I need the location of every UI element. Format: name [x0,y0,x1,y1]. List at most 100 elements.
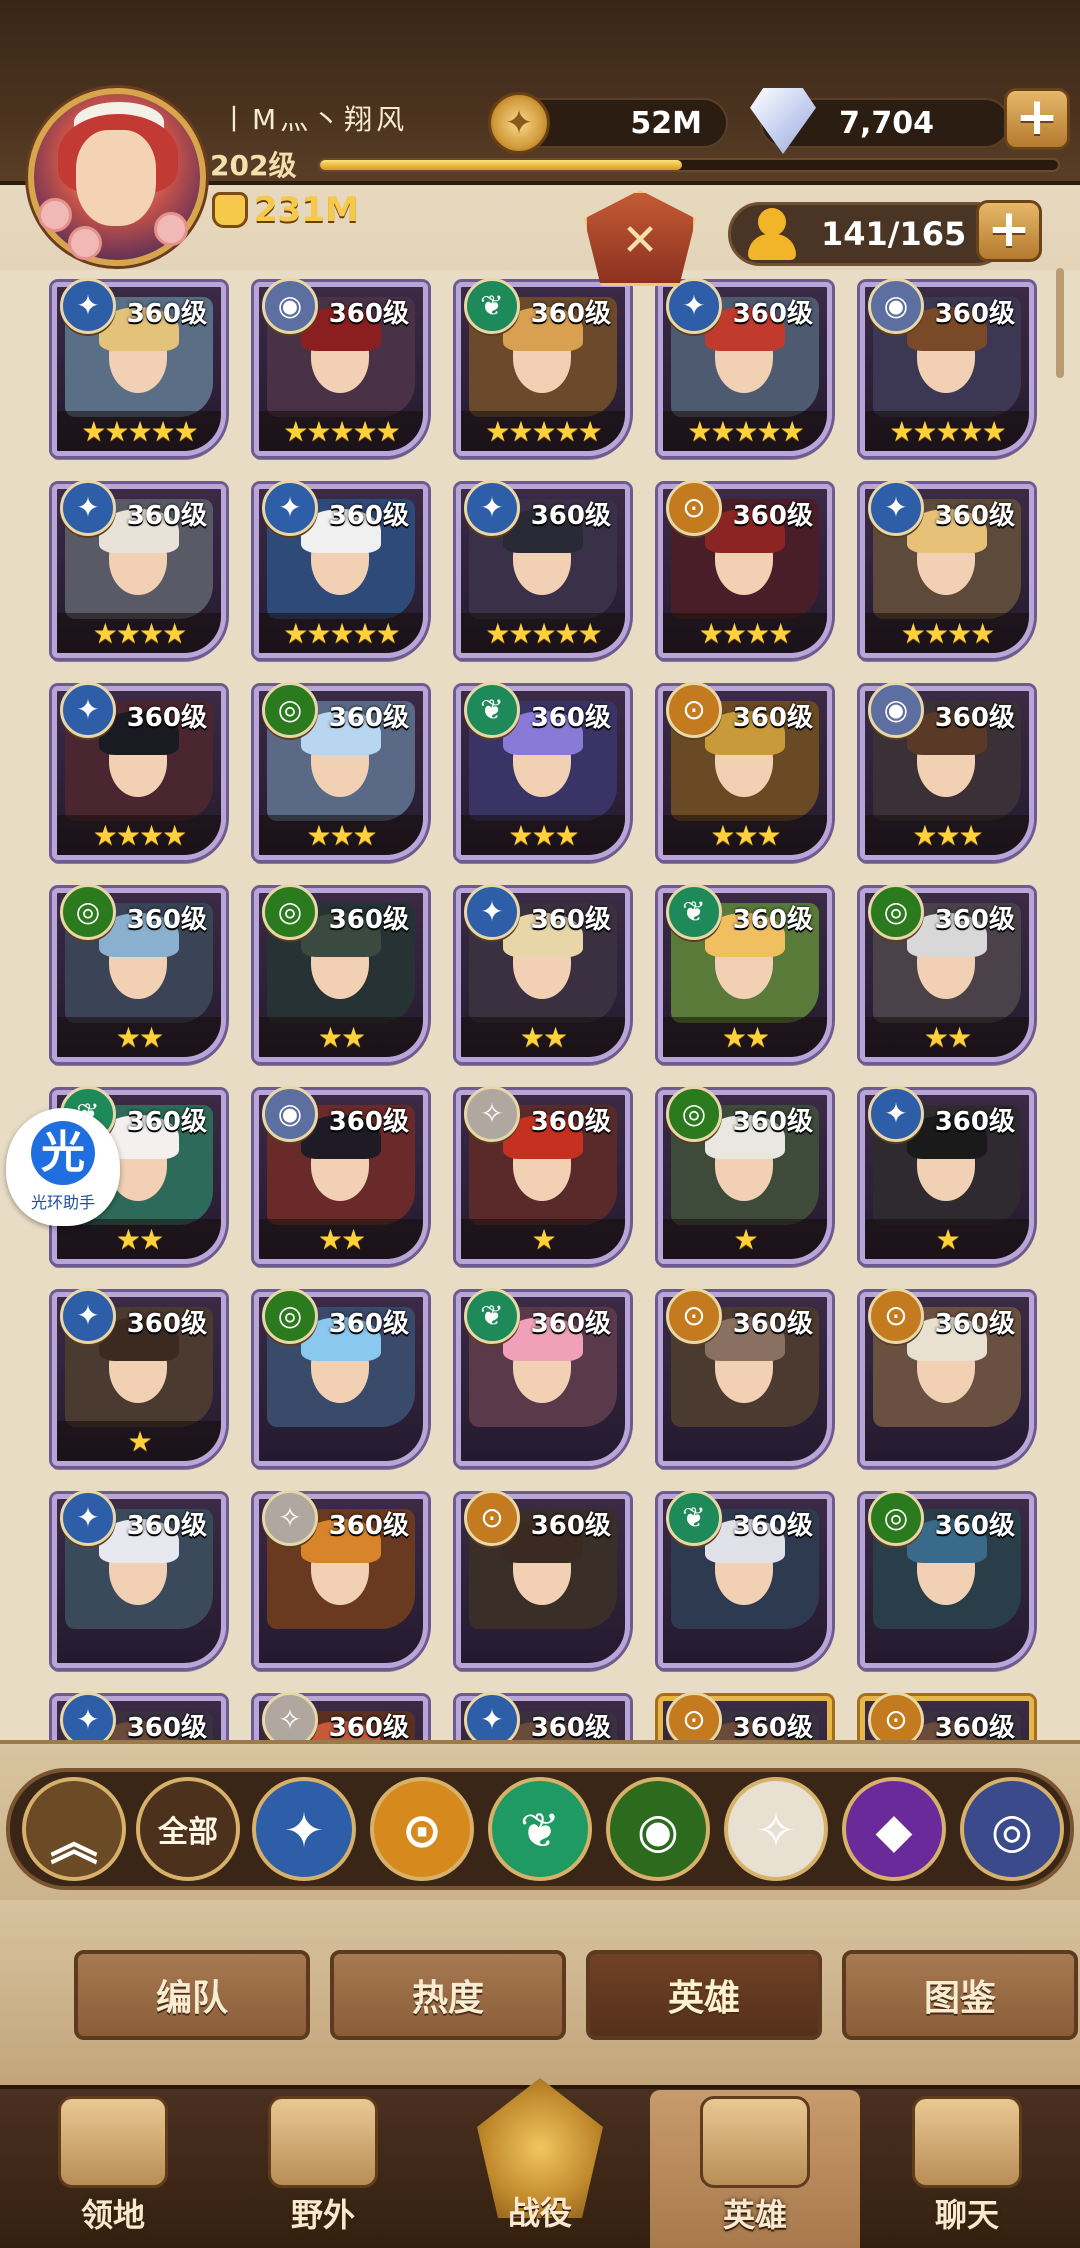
lightbearer-faction-icon [464,480,520,536]
hero-stars: ★★★★★ [461,411,625,451]
filter-dimensional-icon[interactable] [960,1777,1064,1881]
hero-level: 360级 [732,299,813,329]
hero-stars: ★★ [259,1017,423,1057]
celestial-faction-icon [262,278,318,334]
fist-icon [212,192,248,228]
hero-stars: ★★★★ [57,815,221,855]
celestial-faction-icon [868,682,924,738]
hero-level: 360级 [126,501,207,531]
graveborn-faction-icon [868,884,924,940]
hero-level: 360级 [530,299,611,329]
hero-level: 360级 [126,1107,207,1137]
hero-level: 360级 [328,1309,409,1339]
filter-wilder-icon[interactable] [488,1777,592,1881]
nav-territory[interactable]: 领地 [8,2090,218,2248]
player-level: 202级 [210,149,297,182]
lightbearer-faction-icon [868,480,924,536]
hero-level: 360级 [126,703,207,733]
hero-level: 360级 [328,1511,409,1541]
avatar-face [76,130,156,226]
lightbearer-faction-icon [60,682,116,738]
hero-level: 360级 [934,905,1015,935]
player-avatar[interactable] [28,88,206,266]
hero-level: 360级 [328,905,409,935]
avatar-flower [38,198,72,232]
hero-stars: ★ [663,1219,827,1259]
hero-level: 360级 [530,501,611,531]
hero-grid[interactable]: 360级★★★★★360级★★★★★360级★★★★★360级★★★★★360级… [0,270,1080,1740]
helmet-icon [700,2096,810,2188]
graveborn-faction-icon [262,682,318,738]
lightbearer-faction-icon [60,1490,116,1546]
gold-coin-icon [488,92,550,154]
hero-level: 360级 [328,1107,409,1137]
hero-level: 360级 [732,905,813,935]
lightbearer-faction-icon [868,1086,924,1142]
hero-level: 360级 [530,1309,611,1339]
gold-value: 52M [630,105,702,141]
add-hero-slots-button[interactable]: + [976,200,1042,262]
hero-stars: ★★ [865,1017,1029,1057]
graveborn-faction-icon [868,1490,924,1546]
filter-all-button[interactable]: 全部 [136,1777,240,1881]
grid-scrollbar[interactable] [1056,268,1064,378]
filter-mauler-icon[interactable] [370,1777,474,1881]
filter-celestial-icon[interactable] [724,1777,828,1881]
combat-power: 231M [212,190,359,230]
mauler-faction-icon [666,480,722,536]
player-name: 丨M灬丶翔风 [220,103,409,136]
hero-level: 360级 [732,501,813,531]
hero-stars: ★★ [57,1219,221,1259]
hero-stars: ★★★★★ [259,411,423,451]
nav-label: 领地 [80,2196,145,2234]
hero-level: 360级 [126,299,207,329]
castle-icon [58,2096,168,2188]
wilder-faction-icon [464,682,520,738]
hypogean-faction-icon [262,1692,318,1740]
xp-bar-fill [320,160,682,170]
celestial-faction-icon [262,1086,318,1142]
filter-collapse-icon[interactable] [22,1777,126,1881]
hero-level: 360级 [530,905,611,935]
tab-popularity[interactable]: 热度 [330,1950,566,2040]
filter-lightbearer-icon[interactable] [252,1777,356,1881]
hero-stars: ★★★ [461,815,625,855]
hero-level: 360级 [328,1713,409,1740]
hero-stars: ★★★ [865,815,1029,855]
hero-level: 360级 [732,1713,813,1740]
hero-stars: ★ [57,1421,221,1461]
assistant-floating-button[interactable]: 光 光环助手 [6,1108,120,1226]
mauler-faction-icon [868,1692,924,1740]
nav-chat[interactable]: 聊天 [862,2090,1072,2248]
tab-formation[interactable]: 编队 [74,1950,310,2040]
hero-stars: ★★★★ [663,613,827,653]
tab-heroes[interactable]: 英雄 [586,1950,822,2040]
graveborn-faction-icon [262,1288,318,1344]
hero-level: 360级 [328,703,409,733]
hero-level: 360级 [126,1511,207,1541]
filter-hypogean-icon[interactable] [842,1777,946,1881]
hero-level: 360级 [732,1511,813,1541]
hero-stars: ★★★★★ [461,613,625,653]
hero-stars: ★★ [663,1017,827,1057]
tab-collection[interactable]: 图鉴 [842,1950,1078,2040]
hero-stars: ★★★★★ [663,411,827,451]
lightbearer-faction-icon [60,278,116,334]
hero-level: 360级 [530,1713,611,1740]
avatar-flower [68,226,102,260]
nav-wilderness[interactable]: 野外 [218,2090,428,2248]
nav-heroes[interactable]: 英雄 [650,2090,860,2248]
mauler-faction-icon [666,682,722,738]
hero-stars: ★★★★ [865,613,1029,653]
hero-level: 360级 [934,1309,1015,1339]
map-scroll-icon [268,2096,378,2188]
filter-graveborn-icon[interactable] [606,1777,710,1881]
hero-stars: ★★★★★ [865,411,1029,451]
hero-stars: ★★★★ [57,613,221,653]
hero-stars: ★★ [57,1017,221,1057]
assistant-icon: 光 [31,1121,95,1185]
add-gems-button[interactable]: + [1004,88,1070,150]
hero-level: 360级 [328,299,409,329]
hero-level: 360级 [732,1107,813,1137]
hypogean-faction-icon [464,1086,520,1142]
